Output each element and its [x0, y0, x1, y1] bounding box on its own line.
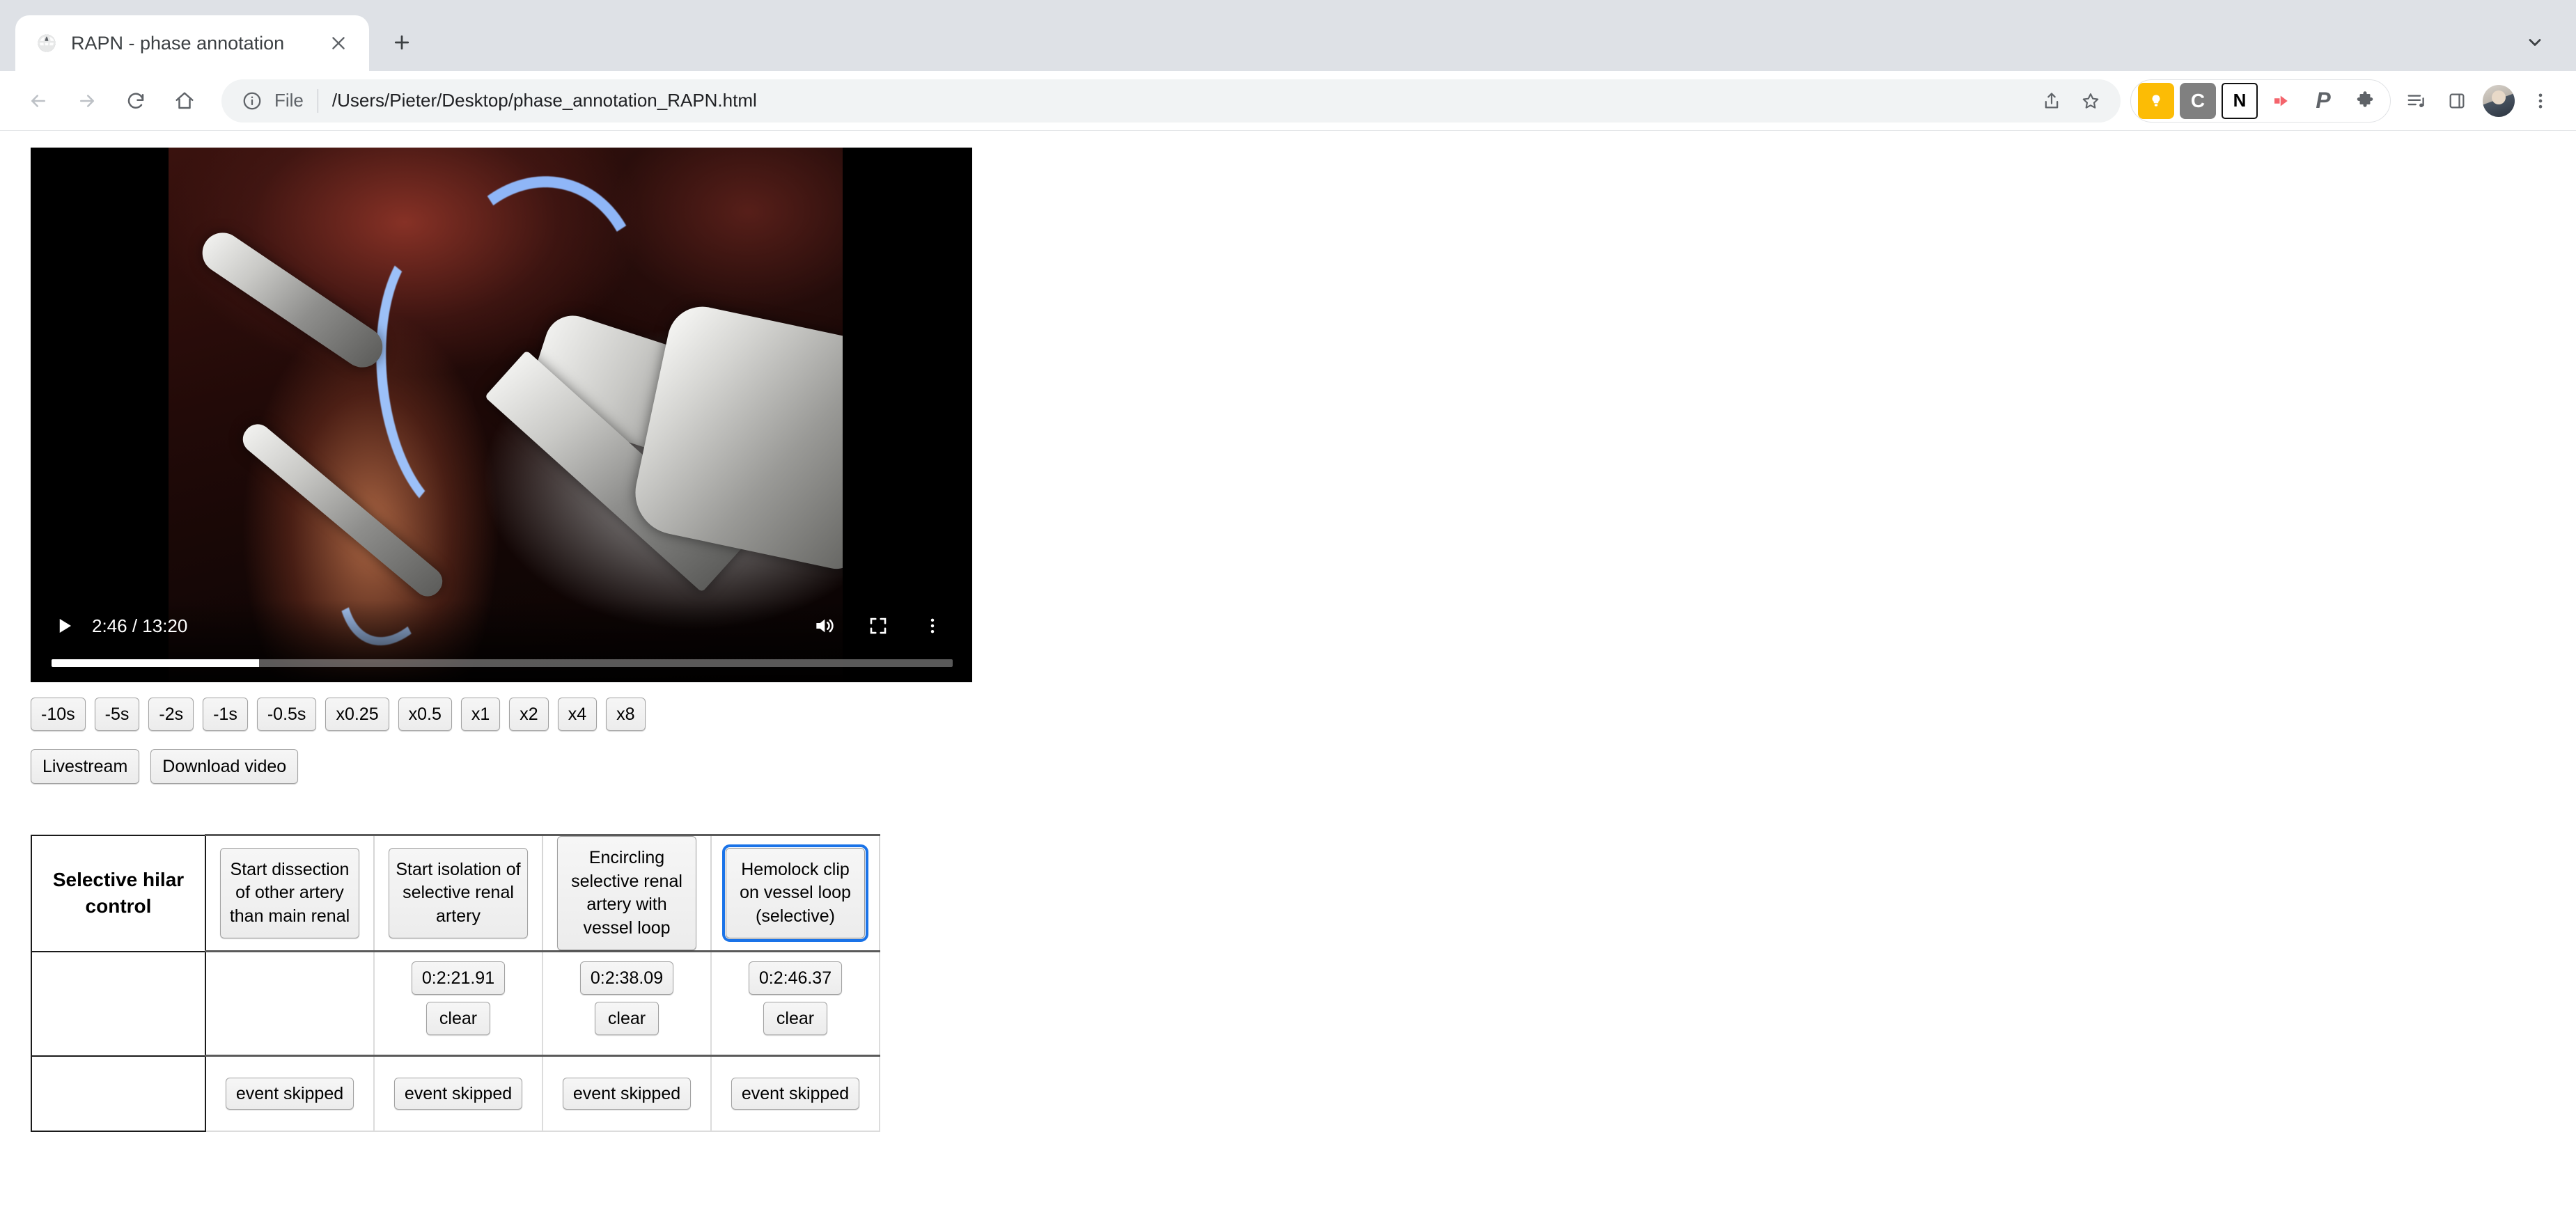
chevron-down-icon[interactable] [2512, 19, 2558, 65]
tab-strip: RAPN - phase annotation [0, 0, 2576, 71]
video-more-menu-icon[interactable] [911, 608, 954, 644]
info-circle-icon[interactable] [240, 88, 265, 113]
timestamp-cell: 0:2:38.09 clear [542, 952, 711, 1056]
home-icon[interactable] [160, 77, 209, 125]
event-cell: Start dissection of other artery than ma… [205, 835, 374, 952]
timestamp-cell-empty [205, 952, 374, 1056]
browser-toolbar: File /Users/Pieter/Desktop/phase_annotat… [0, 71, 2576, 131]
skip-cell: event skipped [205, 1056, 374, 1131]
skip-cell: event skipped [542, 1056, 711, 1131]
reload-icon[interactable] [111, 77, 160, 125]
clear-button[interactable]: clear [595, 1002, 659, 1035]
clear-button[interactable]: clear [426, 1002, 490, 1035]
seek-speed-button[interactable]: x2 [509, 698, 548, 731]
globe-icon [35, 31, 58, 55]
event-button-start-isolation[interactable]: Start isolation of selective renal arter… [389, 848, 528, 939]
event-button-hemolock-clip[interactable]: Hemolock clip on vessel loop (selective) [726, 848, 865, 939]
arrow-forward-icon[interactable] [63, 77, 111, 125]
video-progress-fill [52, 659, 259, 667]
avatar[interactable] [2483, 85, 2515, 117]
c-extension-icon[interactable]: C [2180, 83, 2216, 119]
event-button-start-dissection[interactable]: Start dissection of other artery than ma… [220, 848, 359, 939]
puzzle-extensions-icon[interactable] [2347, 83, 2383, 119]
media-action-buttons: Livestream Download video [31, 749, 2576, 784]
event-skipped-button[interactable]: event skipped [394, 1078, 522, 1110]
url-text: /Users/Pieter/Desktop/phase_annotation_R… [332, 90, 2036, 111]
seek-speed-button[interactable]: -2s [148, 698, 194, 731]
notion-extension-icon[interactable]: N [2222, 83, 2258, 119]
seek-speed-button[interactable]: -0.5s [257, 698, 317, 731]
timestamp-button[interactable]: 0:2:38.09 [580, 961, 673, 995]
phase-label-spacer [31, 1056, 205, 1131]
phase-annotation-table: Selective hilar control Start dissection… [31, 834, 880, 1132]
phase-group-label: Selective hilar control [31, 835, 205, 952]
phase-label-spacer [31, 952, 205, 1056]
event-button-encircling[interactable]: Encircling selective renal artery with v… [557, 836, 696, 950]
download-video-button[interactable]: Download video [150, 749, 298, 784]
timestamp-cell: 0:2:46.37 clear [711, 952, 880, 1056]
skip-cell: event skipped [374, 1056, 542, 1131]
fullscreen-icon[interactable] [857, 608, 900, 644]
event-skipped-button[interactable]: event skipped [731, 1078, 859, 1110]
paypal-extension-glyph: P [2316, 88, 2330, 113]
event-skipped-button[interactable]: event skipped [563, 1078, 691, 1110]
volume-icon[interactable] [802, 608, 845, 644]
star-icon[interactable] [2075, 85, 2107, 117]
browser-tab[interactable]: RAPN - phase annotation [15, 15, 369, 71]
event-cell: Start isolation of selective renal arter… [374, 835, 542, 952]
event-cell: Encircling selective renal artery with v… [542, 835, 711, 952]
share-icon[interactable] [2036, 85, 2068, 117]
video-progress-bar[interactable] [52, 659, 953, 667]
timestamp-button[interactable]: 0:2:21.91 [412, 961, 505, 995]
seek-speed-button[interactable]: -10s [31, 698, 86, 731]
three-dot-menu-icon[interactable] [2520, 81, 2561, 121]
video-controls: 2:46 / 13:20 [31, 600, 972, 682]
seek-speed-button[interactable]: x0.25 [325, 698, 389, 731]
seek-speed-button[interactable]: x0.5 [398, 698, 452, 731]
table-row-skip: event skipped event skipped event skippe… [31, 1056, 880, 1131]
seek-speed-button[interactable]: x1 [461, 698, 500, 731]
video-time-display: 2:46 / 13:20 [92, 615, 187, 637]
event-cell: Hemolock clip on vessel loop (selective) [711, 835, 880, 952]
new-tab-button[interactable] [379, 19, 425, 65]
table-row-events: Selective hilar control Start dissection… [31, 835, 880, 952]
url-scheme-label: File [274, 90, 304, 111]
tab-title: RAPN - phase annotation [71, 33, 311, 54]
c-extension-glyph: C [2191, 90, 2205, 112]
seek-speed-button[interactable]: -1s [203, 698, 248, 731]
notion-extension-glyph: N [2233, 90, 2247, 111]
surgical-instrument [194, 225, 390, 375]
timestamp-cell: 0:2:21.91 clear [374, 952, 542, 1056]
seek-speed-button[interactable]: x8 [606, 698, 645, 731]
speaker-extension-icon[interactable] [2263, 83, 2300, 119]
seek-and-speed-buttons: -10s -5s-2s -1s -0.5sx0.25 x0.5 x1 x2 x4 x8 [31, 698, 2576, 731]
timestamp-button[interactable]: 0:2:46.37 [749, 961, 842, 995]
extensions-group: C N P [2130, 79, 2391, 123]
skip-cell: event skipped [711, 1056, 880, 1131]
livestream-button[interactable]: Livestream [31, 749, 139, 784]
seek-speed-button[interactable]: x4 [558, 698, 597, 731]
browser-window: RAPN - phase annotation [0, 0, 2576, 1228]
arrow-back-icon[interactable] [14, 77, 63, 125]
event-skipped-button[interactable]: event skipped [226, 1078, 354, 1110]
side-panel-icon[interactable] [2437, 81, 2477, 121]
table-row-timestamps: 0:2:21.91 clear 0:2:38.09 clear 0:2:46.3… [31, 952, 880, 1056]
close-icon[interactable] [323, 28, 354, 58]
video-player[interactable]: 2:46 / 13:20 [31, 148, 972, 682]
page-content: 2:46 / 13:20 [0, 131, 2576, 1228]
reading-list-icon[interactable] [2396, 81, 2437, 121]
clear-button[interactable]: clear [763, 1002, 827, 1035]
paypal-extension-icon[interactable]: P [2305, 83, 2341, 119]
address-bar[interactable]: File /Users/Pieter/Desktop/phase_annotat… [221, 79, 2121, 123]
play-icon[interactable] [46, 608, 82, 644]
seek-speed-button[interactable]: -5s [95, 698, 140, 731]
highlighter-extension-icon[interactable] [2138, 83, 2174, 119]
